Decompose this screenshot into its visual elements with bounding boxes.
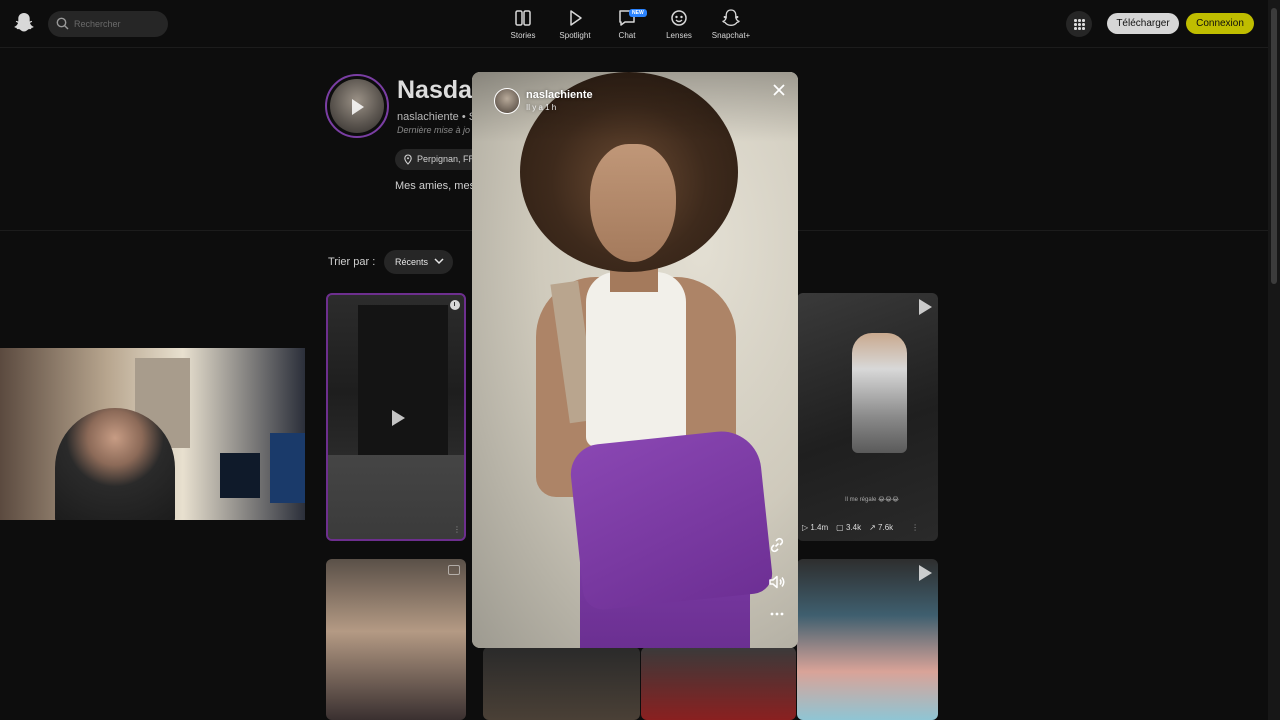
- nav-spotlight[interactable]: Spotlight: [549, 8, 601, 40]
- webcam-monitor: [270, 433, 305, 503]
- link-icon[interactable]: [768, 536, 786, 554]
- webcam-person: [55, 408, 175, 520]
- nav-label: Stories: [510, 31, 536, 40]
- story-viewer-modal[interactable]: naslachiente Il y a 1 h: [472, 72, 798, 648]
- nav-chat[interactable]: NEW Chat: [601, 8, 653, 40]
- story-tile[interactable]: [641, 647, 796, 720]
- tile-thumbnail: [358, 305, 448, 475]
- snapchat-plus-icon: [722, 9, 740, 26]
- story-tile-selected[interactable]: ⋮: [326, 293, 466, 541]
- views-stat: ▷ 1.4m: [802, 523, 829, 532]
- nav-label: Chat: [618, 31, 636, 40]
- nav-label: Spotlight: [559, 31, 591, 40]
- story-header-shade: [472, 72, 798, 142]
- profile-handle: naslachiente • S: [397, 111, 477, 123]
- story-tile[interactable]: [326, 559, 466, 720]
- sort-dropdown[interactable]: Récents: [384, 250, 453, 274]
- story-timestamp: Il y a 1 h: [526, 103, 557, 112]
- lenses-icon: [671, 10, 687, 26]
- comments-stat: ▢ 3.4k: [836, 523, 862, 532]
- story-author-avatar[interactable]: [494, 88, 520, 114]
- story-tile[interactable]: [797, 559, 938, 720]
- story-image-hoodie: [567, 427, 775, 612]
- tile-thumbnail: [852, 333, 907, 453]
- more-horizontal-icon[interactable]: [768, 608, 786, 620]
- search-icon: [56, 17, 69, 30]
- sort-label: Trier par :: [328, 256, 376, 268]
- apps-grid-button[interactable]: [1066, 11, 1092, 37]
- story-tile[interactable]: Il me régale 😂😂😂 ▷ 1.4m ▢ 3.4k ↗ 7.6k ⋮: [797, 293, 938, 541]
- nav-lenses[interactable]: Lenses: [653, 8, 705, 40]
- nav-label: Lenses: [666, 31, 692, 40]
- top-bar: Stories Spotlight NEW Chat Lenses Snapch…: [0, 0, 1268, 48]
- story-image-face: [590, 144, 676, 262]
- clock-icon: [450, 300, 460, 310]
- location-label: Perpignan, FR: [417, 154, 476, 164]
- close-icon[interactable]: [770, 81, 788, 99]
- avatar: [330, 79, 384, 133]
- more-vertical-icon[interactable]: ⋮: [453, 525, 461, 534]
- spotlight-icon: [570, 10, 582, 26]
- page-scrollbar[interactable]: [1268, 0, 1280, 720]
- snapchat-logo-icon[interactable]: [14, 12, 34, 34]
- stories-icon: [515, 10, 531, 26]
- play-icon: [919, 565, 932, 581]
- new-badge: NEW: [629, 9, 647, 17]
- webcam-overlay: [0, 348, 305, 520]
- nav-snapchat-plus[interactable]: Snapchat+: [705, 8, 757, 40]
- download-button[interactable]: Télécharger: [1107, 13, 1179, 34]
- login-button[interactable]: Connexion: [1186, 13, 1254, 34]
- profile-avatar[interactable]: [325, 74, 389, 138]
- nav-label: Snapchat+: [711, 31, 751, 40]
- sound-icon[interactable]: [767, 572, 787, 592]
- tile-thumbnail-floor: [328, 455, 464, 539]
- location-pin-icon: [404, 154, 412, 165]
- tile-caption: Il me régale 😂😂😂: [845, 497, 900, 503]
- chevron-down-icon: [434, 258, 444, 265]
- search-bar[interactable]: [48, 11, 168, 37]
- webcam-laptop: [220, 453, 260, 498]
- play-icon: [392, 410, 405, 426]
- tile-stats: ▷ 1.4m ▢ 3.4k ↗ 7.6k ⋮: [802, 523, 919, 532]
- nav-stories[interactable]: Stories: [497, 8, 549, 40]
- profile-bio: Mes amies, mes: [395, 180, 476, 192]
- story-tile[interactable]: [483, 647, 640, 720]
- story-author-username[interactable]: naslachiente: [526, 89, 593, 101]
- play-icon: [352, 99, 364, 115]
- sort-selected-value: Récents: [395, 257, 429, 267]
- scrollbar-thumb[interactable]: [1271, 8, 1277, 284]
- shares-stat: ↗ 7.6k: [869, 523, 894, 532]
- story-image-top: [586, 272, 686, 447]
- profile-last-updated: Dernière mise à jo: [397, 125, 471, 135]
- multi-snap-icon: [448, 565, 460, 575]
- more-vertical-icon[interactable]: ⋮: [911, 523, 919, 532]
- play-icon: [919, 299, 932, 315]
- search-input[interactable]: [74, 11, 164, 37]
